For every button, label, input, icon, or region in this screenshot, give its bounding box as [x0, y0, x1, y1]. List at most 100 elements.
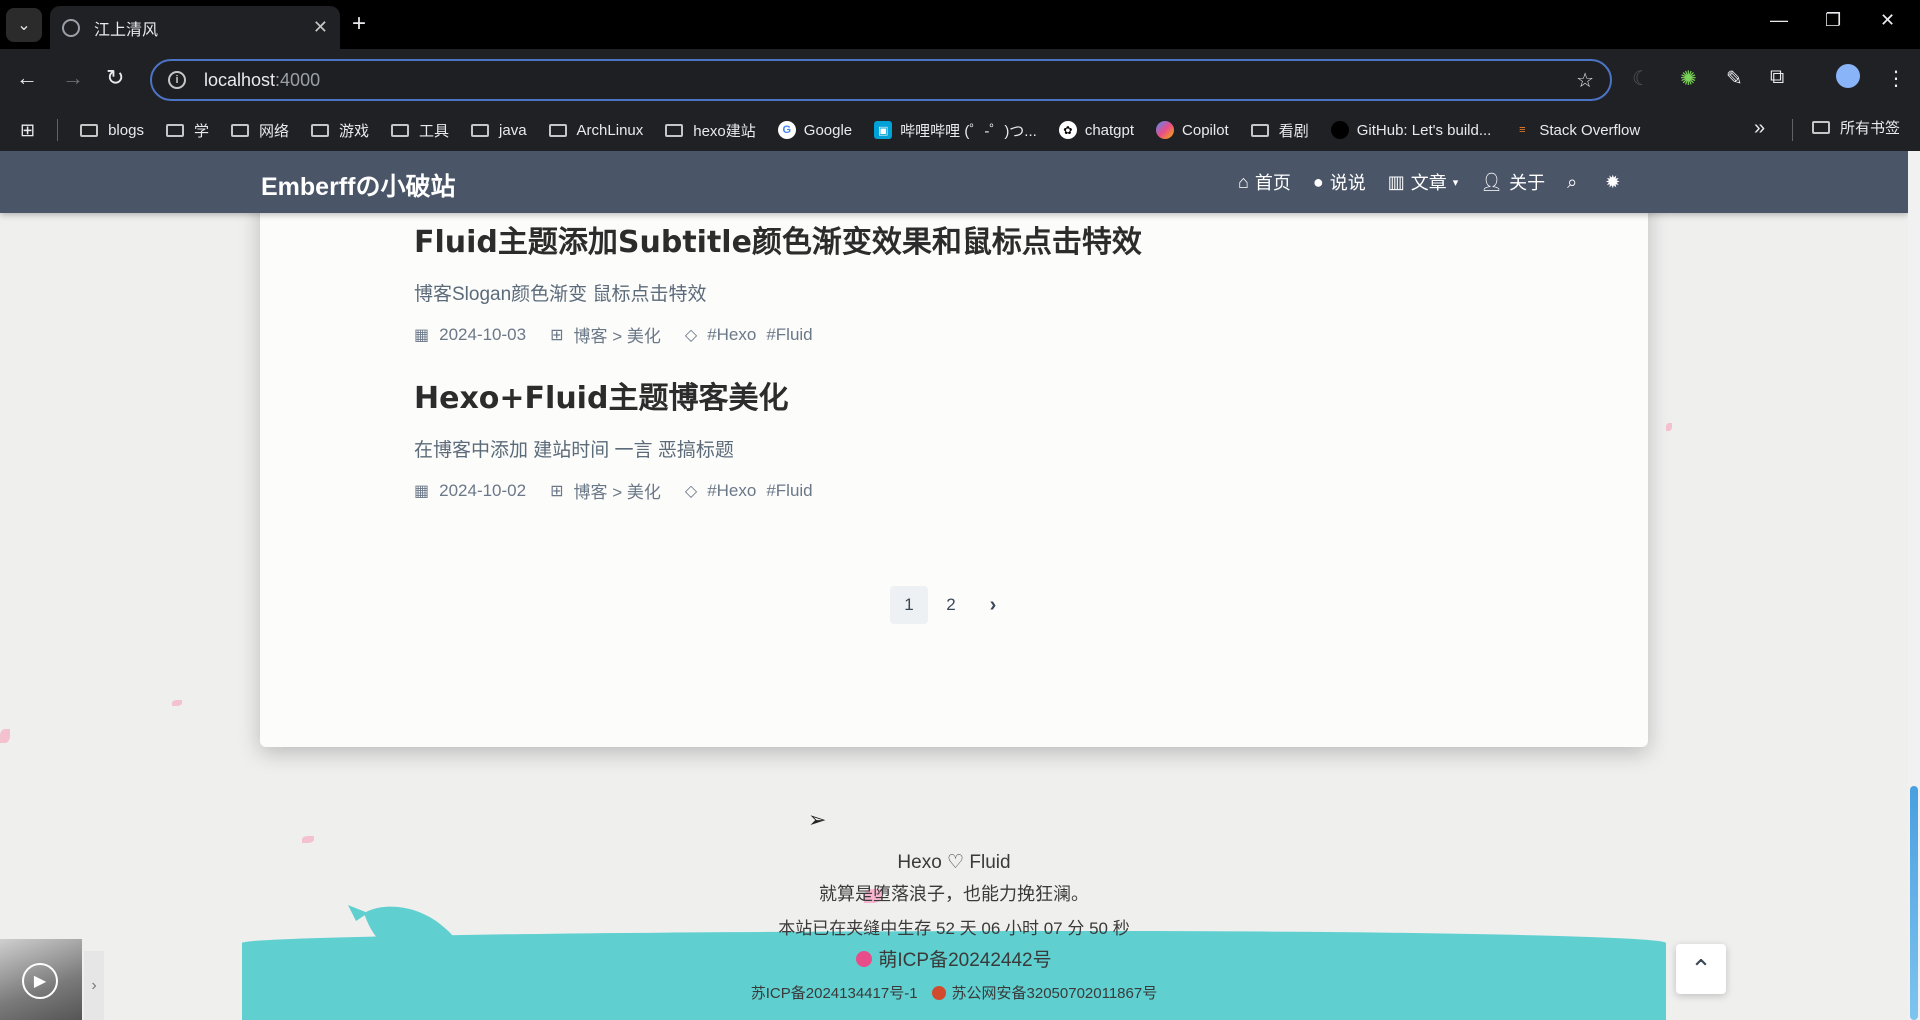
player-expand-chevron-icon[interactable]: › [84, 951, 104, 1020]
sun-icon: ✹ [1605, 171, 1621, 192]
post-tag[interactable]: #Hexo [707, 325, 756, 345]
color-picker-icon[interactable]: ✎ [1726, 66, 1743, 91]
chatgpt-icon: ✿ [1058, 121, 1077, 139]
moon-extension-icon[interactable]: ☾ [1632, 66, 1650, 91]
extension-icon[interactable]: ✺ [1680, 66, 1697, 91]
bookmark-github[interactable]: GitHub: Let's build... [1330, 121, 1491, 139]
stackoverflow-icon: ≡ [1519, 124, 1526, 136]
police-beian-link[interactable]: 苏公网安备32050702011867号 [952, 982, 1158, 1003]
folder-icon [1812, 121, 1830, 134]
menu-kebab-icon[interactable]: ⋮ [1886, 66, 1906, 91]
reload-button[interactable]: ↻ [106, 65, 124, 91]
extensions-puzzle-icon[interactable]: ⧉ [1770, 66, 1784, 89]
folder-icon [471, 123, 490, 137]
post-excerpt[interactable]: 在博客中添加 建站时间 一言 恶搞标题 [414, 435, 823, 462]
browser-tab[interactable]: 江上清风 ✕ [50, 6, 340, 49]
bookmark-folder[interactable]: 网络 [230, 120, 289, 141]
bookmark-google[interactable]: G Google [777, 121, 852, 139]
moe-icp-row: 萌ICP备20242442号 [0, 945, 1908, 972]
site-uptime: 本站已在夹缝中生存 52 天 06 小时 07 分 50 秒 [778, 919, 1130, 938]
bookmark-folder[interactable]: 工具 [391, 120, 449, 141]
page-viewport: Emberffの小破站 ⌂ 首页 ● 说说 ▥ 文章 ▾ 👤︎ 关于 ⌕ ✹ Fluid主… [0, 151, 1920, 1020]
moe-icp-link[interactable]: 萌ICP备20242442号 [878, 945, 1051, 972]
bilibili-icon: ▣ [874, 121, 893, 139]
restore-button[interactable]: ❐ [1825, 10, 1841, 31]
bookmark-chatgpt[interactable]: ✿ chatgpt [1058, 121, 1134, 139]
powered-by[interactable]: Hexo ♡ Fluid [0, 851, 1908, 874]
tab-strip: ⌄ 江上清风 ✕ + — ❐ ✕ [0, 0, 1920, 49]
bookmark-copilot[interactable]: Copilot [1156, 121, 1229, 139]
bookmark-folder[interactable]: 游戏 [310, 120, 369, 141]
url-port: :4000 [275, 69, 321, 90]
calendar-icon: ▦ [414, 326, 430, 344]
bookmark-folder[interactable]: 看剧 [1250, 120, 1309, 141]
post-item: Hexo+Fluid主题博客美化 在博客中添加 建站时间 一言 恶搞标题 ▦ 2… [414, 373, 823, 503]
page-2-button[interactable]: 2 [932, 586, 970, 624]
bookmark-bilibili[interactable]: ▣ 哔哩哔哩 (゜-゜)つ... [874, 120, 1037, 141]
post-list-card: Fluid主题添加Subtitle颜色渐变效果和鼠标点击特效 博客Slogan颜… [260, 191, 1648, 747]
forward-button[interactable]: → [62, 65, 84, 91]
search-button[interactable]: ⌕ [1567, 172, 1583, 193]
back-button[interactable]: ← [16, 65, 38, 91]
category-icon: ⊞ [550, 326, 564, 344]
new-tab-button[interactable]: + [352, 10, 366, 38]
next-page-button[interactable]: › [974, 586, 1012, 624]
apps-grid-icon[interactable]: ⊞ [20, 120, 35, 141]
bookmark-folder[interactable]: blogs [80, 122, 144, 139]
post-excerpt[interactable]: 博客Slogan颜色渐变 鼠标点击特效 [414, 279, 1142, 306]
nav-talk[interactable]: ● 说说 [1313, 169, 1366, 195]
sakura-petal [1666, 423, 1672, 431]
play-icon[interactable]: ▶ [22, 963, 58, 999]
site-info-icon[interactable]: i [168, 71, 186, 89]
post-tag[interactable]: #Fluid [766, 481, 812, 501]
beian-row: 苏ICP备2024134417号-1 苏公网安备32050702011867号 [0, 982, 1908, 1003]
sakura-petal [172, 700, 182, 706]
site-nav-menu: ⌂ 首页 ● 说说 ▥ 文章 ▾ 👤︎ 关于 ⌕ ✹ [1238, 169, 1648, 195]
site-brand[interactable]: Emberffの小破站 [261, 167, 455, 203]
post-tag[interactable]: #Hexo [707, 481, 756, 501]
bookmark-stackoverflow[interactable]: ≡ Stack Overflow [1513, 121, 1640, 139]
police-badge-icon [931, 985, 946, 1000]
more-bookmarks-chevron-icon[interactable]: » [1754, 117, 1765, 140]
bookmark-folder[interactable]: hexo建站 [665, 120, 756, 141]
post-category[interactable]: 博客 > 美化 [574, 322, 661, 347]
bookmark-folder[interactable]: java [471, 122, 527, 139]
bookmark-star-icon[interactable]: ☆ [1576, 68, 1594, 93]
site-navbar: Emberffの小破站 ⌂ 首页 ● 说说 ▥ 文章 ▾ 👤︎ 关于 ⌕ ✹ [0, 151, 1908, 213]
post-tag[interactable]: #Fluid [766, 325, 812, 345]
page-1-button[interactable]: 1 [890, 586, 928, 624]
nav-home[interactable]: ⌂ 首页 [1238, 169, 1291, 195]
post-item: Fluid主题添加Subtitle颜色渐变效果和鼠标点击特效 博客Slogan颜… [414, 217, 1142, 347]
address-bar[interactable]: i localhost :4000 ☆ [150, 59, 1612, 101]
google-icon: G [777, 121, 796, 139]
nav-articles[interactable]: ▥ 文章 ▾ [1388, 169, 1459, 195]
music-player[interactable]: ▶ [0, 939, 82, 1020]
folder-icon [1250, 123, 1269, 137]
page-scrollbar[interactable] [1908, 151, 1920, 1020]
site-footer: Hexo ♡ Fluid 就算是堕落浪子，也能力挽狂澜。 本站已在夹缝中生存 5… [0, 851, 1908, 1003]
close-window-button[interactable]: ✕ [1880, 10, 1895, 31]
post-meta: ▦ 2024-10-03 ⊞ 博客 > 美化 ◇ #Hexo #Fluid [414, 322, 1142, 347]
all-bookmarks-button[interactable]: 所有书签 [1812, 117, 1900, 138]
caret-down-icon: ▾ [1452, 176, 1459, 189]
post-title[interactable]: Hexo+Fluid主题博客美化 [414, 373, 823, 417]
tab-search-button[interactable]: ⌄ [6, 8, 42, 42]
tag-icon: ◇ [684, 482, 698, 500]
post-title[interactable]: Fluid主题添加Subtitle颜色渐变效果和鼠标点击特效 [414, 217, 1142, 261]
comment-icon: ● [1312, 171, 1324, 192]
bookmark-folder[interactable]: 学 [165, 120, 209, 141]
folder-icon [230, 123, 249, 137]
back-to-top-button[interactable]: ⌃ [1676, 944, 1726, 994]
folder-icon [310, 123, 329, 137]
minimize-button[interactable]: — [1770, 10, 1788, 31]
footer-motto: 就算是堕落浪子，也能力挽狂澜。 [819, 884, 1089, 904]
icp-link[interactable]: 苏ICP备2024134417号-1 [751, 982, 918, 1003]
scrollbar-thumb[interactable] [1910, 786, 1918, 1020]
nav-about[interactable]: 👤︎ 关于 [1480, 169, 1545, 195]
post-category[interactable]: 博客 > 美化 [574, 478, 661, 503]
theme-toggle-button[interactable]: ✹ [1605, 172, 1626, 193]
profile-avatar[interactable] [1836, 64, 1860, 88]
folder-icon [165, 123, 184, 137]
close-tab-icon[interactable]: ✕ [313, 17, 328, 38]
bookmark-folder[interactable]: ArchLinux [548, 122, 643, 139]
